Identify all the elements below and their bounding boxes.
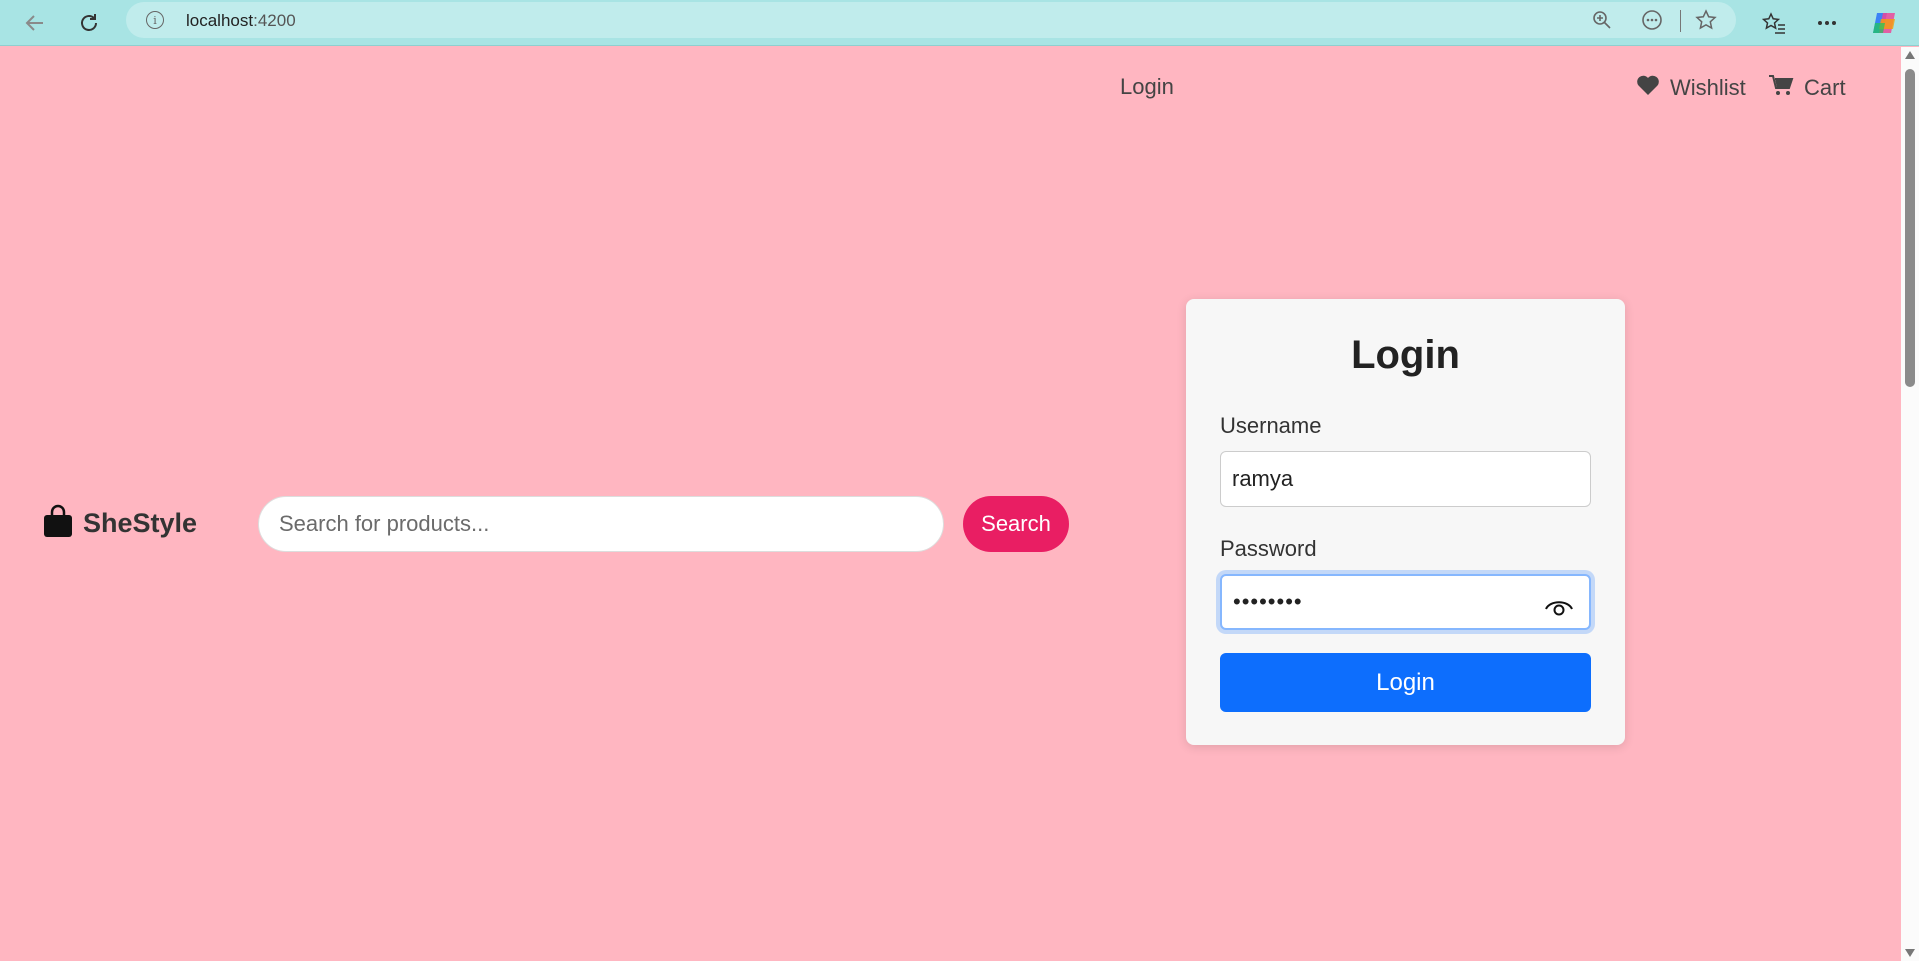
address-bar[interactable]: i localhost:4200 bbox=[126, 2, 1736, 38]
url-text: localhost:4200 bbox=[186, 11, 296, 31]
nav-login-label: Login bbox=[1120, 74, 1174, 99]
eye-icon[interactable] bbox=[1544, 594, 1574, 620]
scroll-up-arrow-icon[interactable] bbox=[1905, 51, 1915, 59]
login-submit-button[interactable]: Login bbox=[1220, 653, 1591, 712]
search-button[interactable]: Search bbox=[963, 496, 1069, 552]
username-label: Username bbox=[1220, 413, 1322, 438]
page-scrollbar[interactable] bbox=[1901, 47, 1919, 961]
info-icon[interactable]: i bbox=[146, 11, 164, 29]
scroll-down-arrow-icon[interactable] bbox=[1905, 949, 1915, 957]
browser-toolbar: i localhost:4200 bbox=[0, 0, 1919, 46]
heart-icon bbox=[1636, 74, 1660, 102]
favorites-icon[interactable] bbox=[1758, 7, 1790, 39]
search-input[interactable] bbox=[258, 496, 944, 552]
login-card: Login Username Password Login bbox=[1186, 299, 1625, 745]
menu-dots-icon[interactable] bbox=[1811, 7, 1843, 39]
login-title: Login bbox=[1351, 333, 1460, 377]
star-icon[interactable] bbox=[1694, 8, 1718, 32]
password-field[interactable] bbox=[1220, 574, 1591, 630]
nav-cart-label: Cart bbox=[1804, 75, 1846, 100]
brand-name: SheStyle bbox=[83, 508, 198, 538]
nav-login-link[interactable]: Login bbox=[1120, 74, 1174, 100]
separator bbox=[1680, 10, 1681, 32]
cart-icon bbox=[1768, 74, 1794, 102]
refresh-icon[interactable] bbox=[73, 7, 105, 39]
url-port: :4200 bbox=[253, 11, 296, 30]
nav-wishlist-label: Wishlist bbox=[1670, 75, 1746, 100]
nav-cart-link[interactable]: Cart bbox=[1768, 74, 1846, 102]
more-circle-icon[interactable] bbox=[1640, 8, 1664, 32]
nav-wishlist-link[interactable]: Wishlist bbox=[1636, 74, 1746, 102]
shopping-bag-icon bbox=[43, 504, 73, 543]
copilot-icon[interactable] bbox=[1869, 7, 1901, 39]
url-host: localhost bbox=[186, 11, 254, 30]
password-label: Password bbox=[1220, 536, 1317, 561]
zoom-icon[interactable] bbox=[1590, 8, 1614, 32]
scrollbar-thumb[interactable] bbox=[1905, 69, 1915, 387]
back-arrow-icon[interactable] bbox=[19, 7, 51, 39]
brand-logo[interactable]: SheStyle bbox=[43, 504, 197, 543]
username-field[interactable] bbox=[1220, 451, 1591, 507]
